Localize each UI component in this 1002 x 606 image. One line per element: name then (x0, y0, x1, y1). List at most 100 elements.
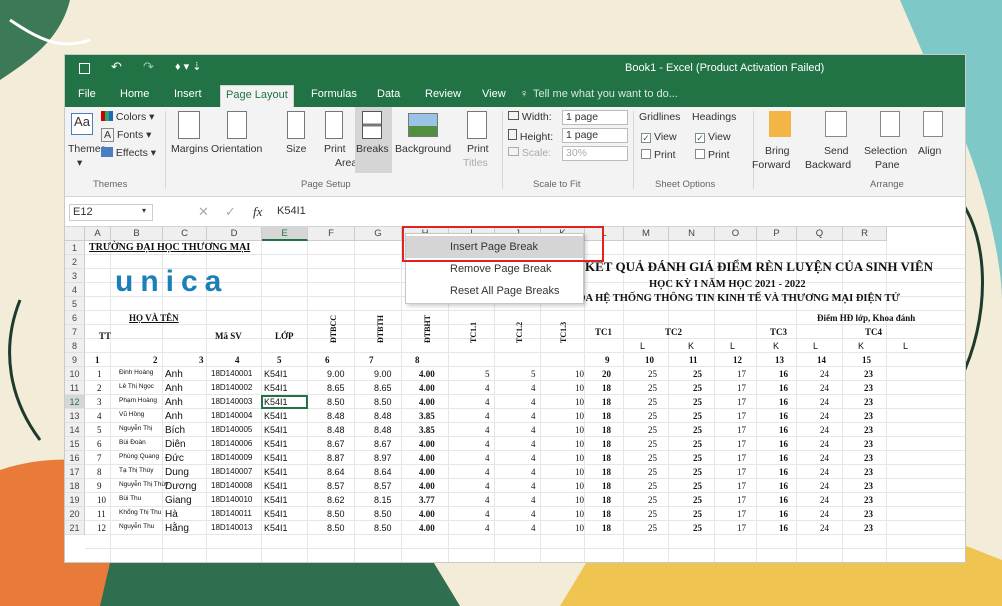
table-cell: 4 (485, 397, 490, 407)
breaks-button[interactable]: Breaks (356, 143, 389, 155)
row-header[interactable]: 6 (65, 311, 85, 325)
table-cell: 10 (575, 453, 584, 463)
align-button[interactable]: Align (918, 145, 941, 157)
row-header[interactable]: 3 (65, 269, 85, 283)
name-box[interactable]: E12 (69, 204, 153, 221)
index-cell: 1 (95, 355, 100, 365)
headings-print-checkbox[interactable]: Print (695, 149, 730, 161)
column-header-e[interactable]: E (262, 227, 308, 241)
row-header[interactable]: 2 (65, 255, 85, 269)
column-header-f[interactable]: F (308, 227, 355, 241)
row-header[interactable]: 19 (65, 493, 85, 507)
sheet-options-group-label: Sheet Options (655, 179, 716, 190)
table-cell: 25 (648, 481, 657, 491)
row-header[interactable]: 18 (65, 479, 85, 493)
selection-pane-button[interactable]: Selection (864, 145, 907, 157)
scale-input[interactable]: 30% (562, 146, 628, 161)
row-header[interactable]: 1 (65, 241, 85, 255)
row-header[interactable]: 20 (65, 507, 85, 521)
table-cell: Diên (165, 439, 186, 450)
quick-access-icon[interactable]: ♦ ▾ ⇣ (175, 60, 201, 73)
reset-all-page-breaks-item[interactable]: Reset All Page Breaks (406, 280, 583, 302)
margins-button[interactable]: Margins (171, 143, 208, 155)
headings-view-checkbox[interactable]: ✓ View (695, 131, 731, 143)
select-all-corner[interactable] (65, 227, 85, 241)
tell-me-search[interactable]: Tell me what you want to do... (533, 88, 678, 100)
column-header-m[interactable]: M (624, 227, 669, 241)
row-header[interactable]: 8 (65, 339, 85, 353)
table-cell: 18D140009 (211, 453, 253, 462)
column-header-q[interactable]: Q (797, 227, 843, 241)
row-header[interactable]: 10 (65, 367, 85, 381)
size-button[interactable]: Size (286, 143, 306, 155)
column-header-n[interactable]: N (669, 227, 715, 241)
table-cell: 23 (864, 467, 873, 477)
row-header[interactable]: 13 (65, 409, 85, 423)
tab-data[interactable]: Data (377, 88, 400, 100)
themes-icon[interactable]: Aa (71, 113, 93, 135)
tab-insert[interactable]: Insert (174, 88, 202, 100)
print-area-button[interactable]: Print (324, 143, 346, 155)
print-titles-button[interactable]: Print (467, 143, 489, 155)
cancel-icon[interactable]: ✕ (198, 204, 209, 220)
enter-icon[interactable]: ✓ (225, 204, 236, 220)
column-header-c[interactable]: C (163, 227, 207, 241)
bring-forward-button[interactable]: Bring (765, 145, 790, 157)
formula-content[interactable]: K54I1 (277, 205, 306, 217)
row-header[interactable]: 9 (65, 353, 85, 367)
column-header-b[interactable]: B (111, 227, 163, 241)
height-select[interactable]: 1 page (562, 128, 628, 143)
colors-button[interactable]: Colors ▾ (101, 111, 154, 123)
effects-button[interactable]: Effects ▾ (101, 147, 156, 159)
table-cell: 23 (864, 481, 873, 491)
table-cell: 25 (693, 495, 702, 505)
column-header-p[interactable]: P (757, 227, 797, 241)
background-button[interactable]: Background (395, 143, 451, 155)
send-backward-button[interactable]: Send (824, 145, 849, 157)
save-icon[interactable] (79, 63, 90, 74)
row-header[interactable]: 16 (65, 451, 85, 465)
orientation-button[interactable]: Orientation (211, 143, 262, 155)
name-box-dropdown-icon[interactable]: ▾ (142, 206, 146, 215)
table-cell: 18D140010 (211, 495, 253, 504)
gridlines-print-checkbox[interactable]: Print (641, 149, 676, 161)
column-header-g[interactable]: G (355, 227, 402, 241)
tab-formulas[interactable]: Formulas (311, 88, 357, 100)
row-header[interactable]: 7 (65, 325, 85, 339)
insert-function-icon[interactable]: fx (253, 204, 262, 220)
report-semester: HỌC KỲ I NĂM HỌC 2021 - 2022 (649, 279, 806, 290)
row-header[interactable]: 15 (65, 437, 85, 451)
table-cell: 8.50 (374, 509, 392, 519)
undo-icon[interactable]: ↶ (111, 59, 122, 75)
redo-icon[interactable]: ↷ (143, 59, 154, 75)
column-header-a[interactable]: A (85, 227, 111, 241)
table-cell: 8.65 (327, 383, 345, 393)
width-select[interactable]: 1 page (562, 110, 628, 125)
row-header[interactable]: 4 (65, 283, 85, 297)
row-header[interactable]: 21 (65, 521, 85, 535)
table-cell: 3 (97, 397, 102, 407)
row-header[interactable]: 12 (65, 395, 85, 409)
row-header[interactable]: 17 (65, 465, 85, 479)
tab-file[interactable]: File (78, 88, 96, 100)
tab-page-layout[interactable]: Page Layout (220, 85, 294, 107)
fonts-button[interactable]: A Fonts ▾ (101, 128, 151, 142)
row-header[interactable]: 5 (65, 297, 85, 311)
table-cell: 25 (693, 439, 702, 449)
table-cell: 7 (97, 453, 102, 463)
table-cell: 16 (779, 481, 788, 491)
column-header-o[interactable]: O (715, 227, 757, 241)
tab-home[interactable]: Home (120, 88, 149, 100)
column-header-r[interactable]: R (843, 227, 887, 241)
row-header[interactable]: 14 (65, 423, 85, 437)
table-cell: K54I1 (264, 383, 288, 393)
gridlines-view-checkbox[interactable]: ✓ View (641, 131, 677, 143)
row-header[interactable]: 11 (65, 381, 85, 395)
column-header-d[interactable]: D (207, 227, 262, 241)
table-cell: 23 (864, 495, 873, 505)
table-cell: 16 (779, 523, 788, 533)
tab-view[interactable]: View (482, 88, 506, 100)
tab-review[interactable]: Review (425, 88, 461, 100)
table-cell: 18 (602, 425, 611, 435)
gridline-h (85, 520, 965, 521)
